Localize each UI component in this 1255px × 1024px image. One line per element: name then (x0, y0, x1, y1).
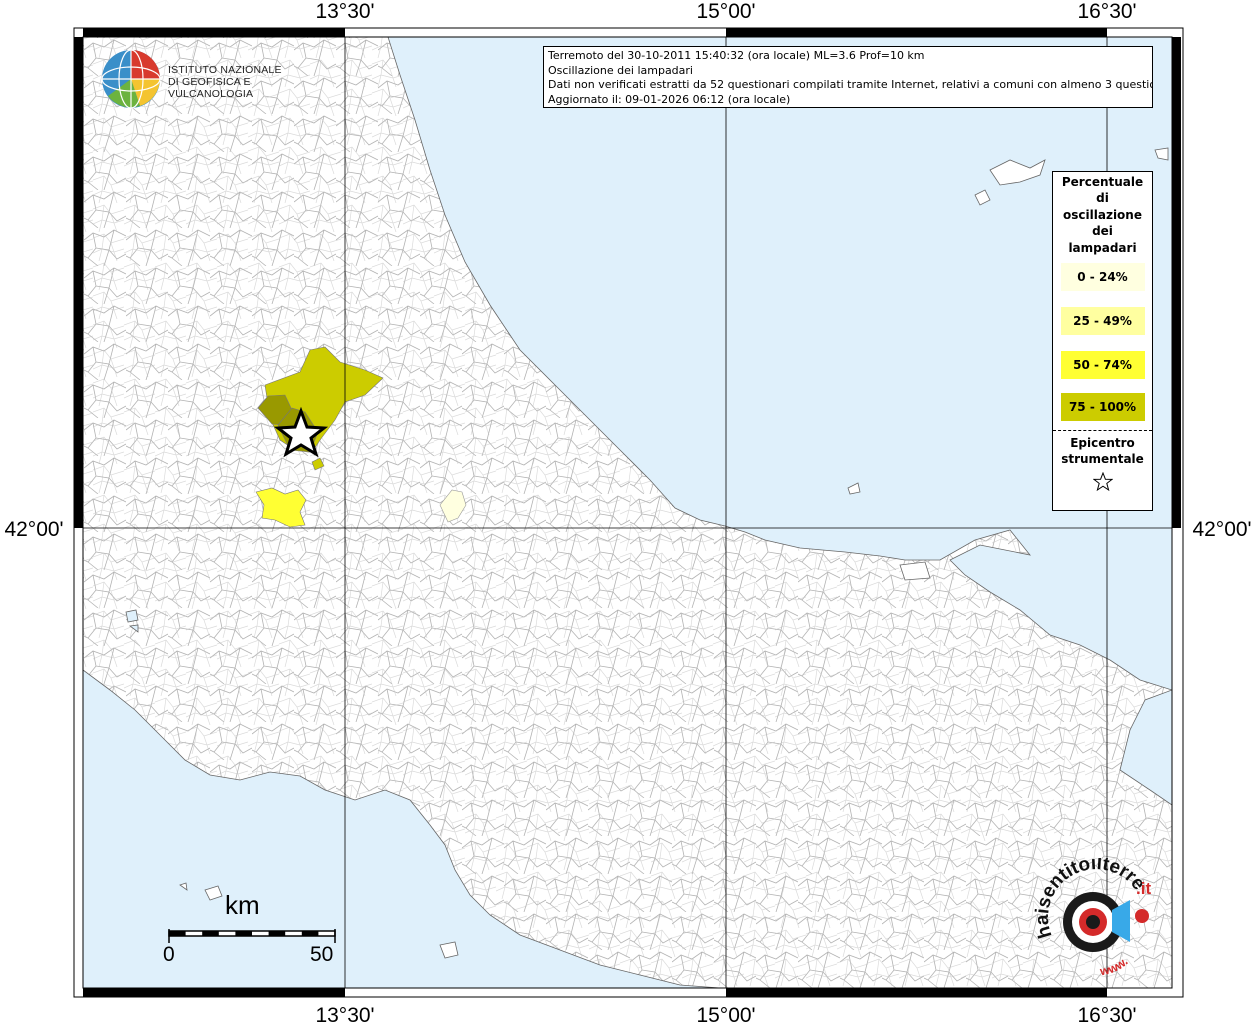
legend: Percentuale di oscillazione dei lampadar… (1052, 171, 1153, 511)
axis-bottom-2: 15°00' (696, 1004, 755, 1024)
axis-bottom-3: 16°30' (1077, 1004, 1136, 1024)
legend-epicenter: Epicentro strumentale (1053, 435, 1152, 468)
title-box: Terremoto del 30-10-2011 15:40:32 (ora l… (543, 46, 1153, 108)
legend-star-icon (1053, 471, 1152, 496)
title-line-1: Terremoto del 30-10-2011 15:40:32 (ora l… (548, 49, 925, 62)
scale-max: 50 (310, 943, 334, 966)
title-line-3: Dati non verificati estratti da 52 quest… (548, 78, 1153, 91)
axis-bottom-1: 13°30' (315, 1004, 374, 1024)
scale-unit: km (225, 890, 260, 920)
legend-title-1: Percentuale (1061, 175, 1144, 189)
legend-title-5: lampadari (1068, 240, 1137, 255)
haisentito-logo: haisentitoilterremoto .it www. (1022, 842, 1170, 988)
legend-class-1: 0 - 24% (1060, 263, 1145, 292)
axis-top-2: 15°00' (696, 0, 755, 23)
title-line-2: Oscillazione dei lampadari (548, 63, 693, 77)
watermark-suffix: .it (1136, 879, 1151, 898)
axis-left-1: 42°00' (4, 518, 63, 541)
scale-graphic (168, 929, 336, 943)
logo-line-2: DI GEOFISICA E VULCANOLOGIA (168, 76, 254, 100)
legend-separator (1053, 430, 1152, 432)
legend-title-4: dei (1092, 224, 1113, 239)
ingv-logo: ISTITUTO NAZIONALE DI GEOFISICA E VULCAN… (100, 48, 320, 110)
legend-class-4: 75 - 100% (1060, 393, 1145, 422)
legend-class-3: 50 - 74% (1060, 351, 1145, 380)
legend-epicenter-1: Epicentro (1070, 436, 1135, 451)
legend-epicenter-2: strumentale (1061, 452, 1144, 467)
legend-title: Percentuale di oscillazione dei lampadar… (1053, 174, 1152, 256)
logo-line-1: ISTITUTO NAZIONALE (168, 64, 282, 76)
axis-top-1: 13°30' (315, 0, 374, 23)
legend-title-2: di (1096, 191, 1109, 206)
scale-bar: km 0 50 (160, 885, 350, 975)
scale-min: 0 (163, 943, 175, 966)
legend-class-2: 25 - 49% (1060, 307, 1145, 336)
axis-right-1: 42°00' (1192, 518, 1251, 541)
title-line-4: Aggiornato il: 09-01-2026 06:12 (ora loc… (548, 92, 791, 106)
globe-icon (101, 49, 161, 109)
legend-title-3: oscillazione (1063, 207, 1142, 222)
axis-top-3: 16°30' (1077, 0, 1136, 23)
svg-text:www.: www. (1098, 954, 1131, 978)
watermark-prefix: www. (1098, 954, 1131, 978)
